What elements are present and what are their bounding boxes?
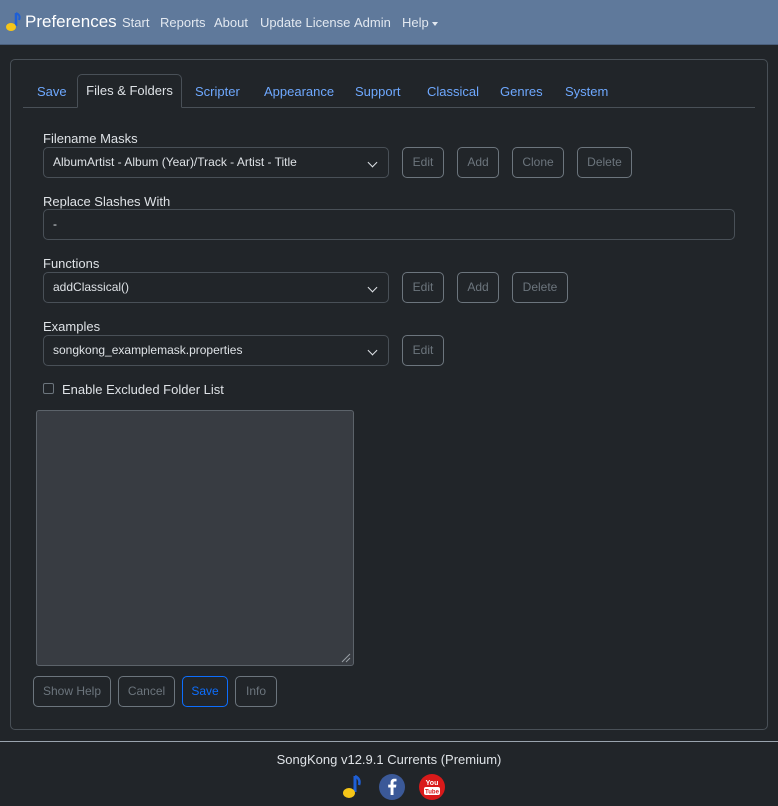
filename-masks-value: AlbumArtist - Album (Year)/Track - Artis… [53, 155, 297, 169]
function-edit-button[interactable]: Edit [402, 272, 444, 303]
function-add-button[interactable]: Add [457, 272, 499, 303]
replace-slashes-value: - [53, 217, 57, 231]
nav-help-label: Help [402, 15, 429, 30]
chevron-down-icon [367, 157, 378, 168]
songkong-logo-icon [6, 12, 21, 31]
brand[interactable]: Preferences [2, 10, 117, 34]
examples-value: songkong_examplemask.properties [53, 343, 243, 357]
replace-slashes-input[interactable]: - [43, 209, 735, 240]
resize-grip-icon[interactable] [339, 651, 351, 663]
chevron-down-icon [367, 282, 378, 293]
facebook-icon[interactable] [378, 773, 406, 801]
nav-reports[interactable]: Reports [160, 15, 206, 30]
filename-masks-select[interactable]: AlbumArtist - Album (Year)/Track - Artis… [43, 147, 389, 178]
mask-clone-button[interactable]: Clone [512, 147, 564, 178]
examples-select[interactable]: songkong_examplemask.properties [43, 335, 389, 366]
info-button[interactable]: Info [235, 676, 277, 707]
tab-classical[interactable]: Classical [427, 84, 479, 99]
svg-text:You: You [426, 780, 439, 787]
nav-help-dropdown[interactable]: Help [402, 15, 438, 30]
nav-admin[interactable]: Admin [354, 15, 391, 30]
nav-about[interactable]: About [214, 15, 248, 30]
function-delete-button[interactable]: Delete [512, 272, 568, 303]
show-help-button[interactable]: Show Help [33, 676, 111, 707]
excluded-folder-label: Enable Excluded Folder List [62, 382, 224, 397]
functions-select[interactable]: addClassical() [43, 272, 389, 303]
youtube-icon[interactable]: You Tube [418, 773, 446, 801]
brand-title: Preferences [25, 12, 117, 31]
save-button[interactable]: Save [182, 676, 228, 707]
tab-system[interactable]: System [565, 84, 608, 99]
nav-update-license[interactable]: Update License [260, 15, 350, 30]
examples-label: Examples [43, 319, 101, 334]
tab-scripter[interactable]: Scripter [195, 84, 240, 99]
footer-divider [0, 741, 778, 742]
songkong-logo-icon[interactable] [338, 773, 366, 801]
caret-down-icon [431, 21, 438, 26]
functions-label: Functions [43, 256, 100, 271]
tab-files-folders[interactable]: Files & Folders [77, 74, 182, 108]
mask-add-button[interactable]: Add [457, 147, 499, 178]
replace-slashes-label: Replace Slashes With [43, 194, 171, 209]
tab-save[interactable]: Save [37, 84, 67, 99]
filename-masks-label: Filename Masks [43, 131, 138, 146]
functions-value: addClassical() [53, 280, 130, 294]
tab-support[interactable]: Support [355, 84, 401, 99]
nav-start[interactable]: Start [122, 15, 149, 30]
svg-text:Tube: Tube [425, 790, 440, 796]
excluded-folder-checkbox[interactable] [43, 383, 54, 394]
tab-appearance[interactable]: Appearance [264, 84, 334, 99]
chevron-down-icon [367, 345, 378, 356]
mask-edit-button[interactable]: Edit [402, 147, 444, 178]
footer-version: SongKong v12.9.1 Currents (Premium) [276, 752, 502, 767]
excluded-folder-textarea[interactable] [36, 410, 354, 666]
mask-delete-button[interactable]: Delete [577, 147, 632, 178]
cancel-button[interactable]: Cancel [118, 676, 175, 707]
example-edit-button[interactable]: Edit [402, 335, 444, 366]
tab-genres[interactable]: Genres [500, 84, 543, 99]
top-navbar: Preferences Start Reports About Update L… [0, 0, 778, 45]
